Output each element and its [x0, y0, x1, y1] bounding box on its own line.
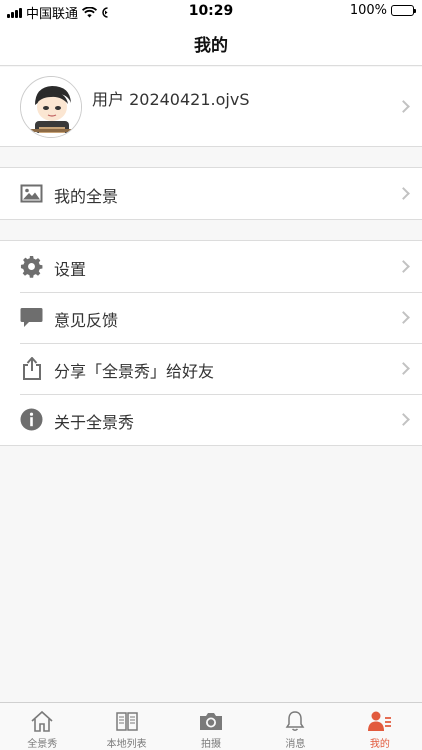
tab-label: 我的 — [369, 739, 390, 750]
chevron-right-icon — [397, 187, 410, 200]
menu-item-label: 我的全景 — [54, 187, 119, 206]
chevron-right-icon — [397, 100, 410, 113]
tab-capture[interactable]: 拍摄 — [169, 703, 253, 750]
menu-group-gallery: 我的全景 — [0, 167, 422, 220]
menu-item-about[interactable]: 关于全景秀 — [0, 394, 422, 445]
tab-label: 消息 — [285, 739, 306, 750]
tab-bar: 全景秀 本地列表 拍摄 消息 我的 — [0, 702, 422, 750]
status-bar: 中国联通 10:29 100% — [0, 0, 422, 22]
share-icon — [20, 357, 43, 380]
menu-item-settings[interactable]: 设置 — [0, 241, 422, 292]
avatar[interactable] — [20, 76, 82, 138]
gear-icon — [20, 255, 43, 278]
nav-bar: 我的 — [0, 22, 422, 66]
status-right: 100% — [349, 3, 416, 18]
tab-local-list[interactable]: 本地列表 — [84, 703, 168, 750]
menu-item-label: 意见反馈 — [54, 311, 119, 330]
chevron-right-icon — [397, 311, 410, 324]
menu-item-share[interactable]: 分享「全景秀」给好友 — [0, 343, 422, 394]
book-icon — [114, 709, 140, 733]
info-icon — [20, 408, 43, 431]
profile-row[interactable]: 用户 20240421.ojvS — [0, 67, 422, 147]
battery-icon — [391, 5, 416, 16]
tab-label: 全景秀 — [27, 739, 58, 750]
tab-label: 本地列表 — [106, 739, 147, 750]
menu-item-feedback[interactable]: 意见反馈 — [0, 292, 422, 343]
battery-percent: 100% — [349, 3, 387, 18]
chevron-right-icon — [397, 413, 410, 426]
menu-item-label: 关于全景秀 — [54, 413, 135, 432]
menu-item-label: 分享「全景秀」给好友 — [54, 362, 215, 381]
bell-icon — [282, 709, 308, 733]
menu-item-my-panoramas[interactable]: 我的全景 — [0, 168, 422, 219]
home-icon — [29, 709, 55, 733]
chevron-right-icon — [397, 260, 410, 273]
page-title: 我的 — [194, 36, 228, 56]
tab-label: 拍摄 — [201, 739, 222, 750]
tab-messages[interactable]: 消息 — [253, 703, 337, 750]
chat-bubble-icon — [20, 306, 43, 329]
camera-icon — [198, 709, 224, 733]
menu-item-label: 设置 — [54, 260, 87, 279]
tab-mine[interactable]: 我的 — [338, 703, 422, 750]
image-icon — [20, 182, 43, 205]
chevron-right-icon — [397, 362, 410, 375]
menu-group-settings: 设置 意见反馈 分享「全景秀」给好友 关于全景秀 — [0, 240, 422, 446]
tab-home[interactable]: 全景秀 — [0, 703, 84, 750]
person-list-icon — [367, 709, 393, 733]
username-label: 用户 20240421.ojvS — [92, 90, 250, 109]
avatar-illustration — [21, 77, 81, 137]
